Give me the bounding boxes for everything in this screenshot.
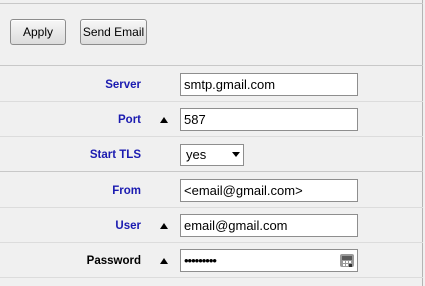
password-label: Password: [86, 255, 141, 267]
triangle-up-icon: [160, 258, 168, 264]
toolbar-divider: [0, 65, 423, 66]
server-input[interactable]: smtp.gmail.com: [180, 73, 358, 96]
row-divider: [0, 101, 423, 102]
triangle-up-icon: [160, 223, 168, 229]
toolbar: Apply Send Email: [0, 0, 423, 60]
row-divider: [0, 242, 423, 243]
top-divider: [0, 3, 423, 4]
from-label: From: [112, 185, 141, 197]
password-input[interactable]: •••••••••: [180, 249, 358, 272]
password-value: •••••••••: [184, 253, 217, 268]
chevron-down-icon: [232, 152, 240, 157]
server-label: Server: [105, 79, 141, 91]
from-input[interactable]: <email@gmail.com>: [180, 179, 358, 202]
password-row: Password •••••••••: [0, 246, 423, 276]
triangle-up-icon: [160, 117, 168, 123]
settings-panel: Apply Send Email Server smtp.gmail.com P…: [0, 0, 423, 286]
port-row: Port 587: [0, 105, 423, 135]
user-label: User: [115, 220, 141, 232]
start-tls-select[interactable]: yes: [180, 144, 244, 166]
row-divider: [0, 207, 423, 208]
send-email-button[interactable]: Send Email: [80, 19, 147, 45]
start-tls-value: yes: [186, 147, 207, 162]
row-divider: [0, 136, 423, 137]
key-icon[interactable]: [340, 253, 354, 268]
start-tls-row: Start TLS yes: [0, 140, 423, 170]
start-tls-label: Start TLS: [89, 149, 141, 161]
section-divider: [0, 171, 423, 172]
user-row: User email@gmail.com: [0, 211, 423, 241]
apply-button[interactable]: Apply: [10, 19, 66, 45]
row-divider: [0, 277, 423, 278]
from-row: From <email@gmail.com>: [0, 176, 423, 206]
server-row: Server smtp.gmail.com: [0, 70, 423, 100]
user-input[interactable]: email@gmail.com: [180, 214, 358, 237]
port-input[interactable]: 587: [180, 108, 358, 131]
port-label: Port: [118, 114, 141, 126]
